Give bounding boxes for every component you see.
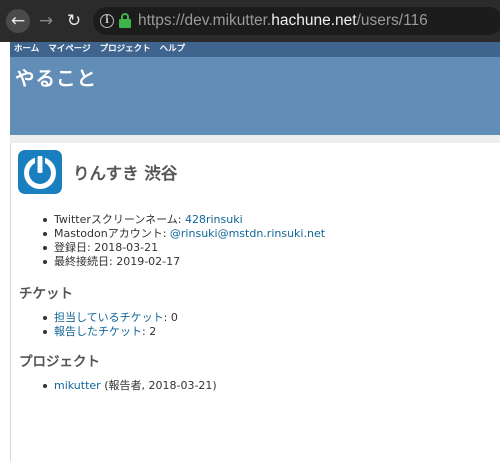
list-item: 報告したチケット: 2 bbox=[43, 325, 178, 339]
header-divider bbox=[10, 135, 500, 143]
top-menu: ホーム マイページ プロジェクト ヘルプ bbox=[14, 42, 185, 57]
detail-mastodon: Mastodonアカウント: @rinsuki@mstdn.rinsuki.ne… bbox=[42, 227, 325, 241]
detail-label: Twitterスクリーンネーム: bbox=[54, 213, 185, 226]
main-content bbox=[10, 143, 500, 461]
user-details-list: Twitterスクリーンネーム: 428rinsuki Mastodonアカウン… bbox=[42, 213, 325, 269]
user-name: りんすき 渋谷 bbox=[73, 164, 178, 183]
reported-tickets-link[interactable]: 報告したチケット bbox=[54, 325, 142, 338]
menu-home-link[interactable]: ホーム bbox=[14, 42, 39, 57]
tickets-list: 担当しているチケット: 0 報告したチケット: 2 bbox=[43, 311, 178, 339]
avatar bbox=[18, 150, 62, 194]
detail-label: 最終接続日: bbox=[54, 255, 117, 268]
url-host: hachune.net bbox=[271, 12, 357, 29]
detail-last-login: 最終接続日: 2019-02-17 bbox=[42, 255, 325, 269]
detail-label: 登録日: bbox=[54, 241, 95, 254]
mikutter-logo-icon bbox=[24, 154, 56, 189]
projects-heading: プロジェクト bbox=[19, 354, 100, 370]
mastodon-link[interactable]: @rinsuki@mstdn.rinsuki.net bbox=[170, 227, 325, 240]
info-icon[interactable]: i bbox=[100, 14, 114, 28]
tickets-heading: チケット bbox=[19, 286, 73, 302]
ticket-count: : 0 bbox=[163, 311, 178, 324]
twitter-link[interactable]: 428rinsuki bbox=[185, 213, 243, 226]
menu-projects-link[interactable]: プロジェクト bbox=[100, 42, 151, 57]
detail-value: 2018-03-21 bbox=[94, 241, 159, 254]
project-link[interactable]: mikutter bbox=[54, 379, 101, 392]
back-arrow-icon[interactable]: ← bbox=[6, 9, 30, 33]
top-menu-bar: ホーム マイページ プロジェクト ヘルプ bbox=[10, 42, 500, 57]
address-bar[interactable]: i https://dev.mikutter.hachune.net/users… bbox=[93, 7, 500, 35]
url-path: /users/116 bbox=[356, 12, 428, 29]
detail-twitter: Twitterスクリーンネーム: 428rinsuki bbox=[42, 213, 325, 227]
reload-icon[interactable]: ↻ bbox=[62, 9, 86, 33]
url-text[interactable]: https://dev.mikutter.hachune.net/users/1… bbox=[138, 7, 428, 35]
lock-icon bbox=[119, 13, 131, 28]
detail-value: 2019-02-17 bbox=[116, 255, 181, 268]
page-title: やること bbox=[15, 67, 98, 90]
projects-list: mikutter (報告者, 2018-03-21) bbox=[43, 379, 217, 393]
page-header: やること bbox=[10, 57, 500, 135]
list-item: 担当しているチケット: 0 bbox=[43, 311, 178, 325]
menu-help-link[interactable]: ヘルプ bbox=[160, 42, 186, 57]
forward-arrow-icon[interactable]: → bbox=[34, 9, 58, 33]
url-prefix: https://dev.mikutter. bbox=[138, 12, 272, 29]
list-item: mikutter (報告者, 2018-03-21) bbox=[43, 379, 217, 393]
detail-label: Mastodonアカウント: bbox=[54, 227, 170, 240]
ticket-count: : 2 bbox=[142, 325, 157, 338]
browser-toolbar: ← → ↻ i https://dev.mikutter.hachune.net… bbox=[0, 0, 500, 42]
assigned-tickets-link[interactable]: 担当しているチケット bbox=[54, 311, 164, 324]
detail-registered: 登録日: 2018-03-21 bbox=[42, 241, 325, 255]
project-role: (報告者, 2018-03-21) bbox=[100, 379, 217, 392]
menu-my-page-link[interactable]: マイページ bbox=[48, 42, 90, 57]
